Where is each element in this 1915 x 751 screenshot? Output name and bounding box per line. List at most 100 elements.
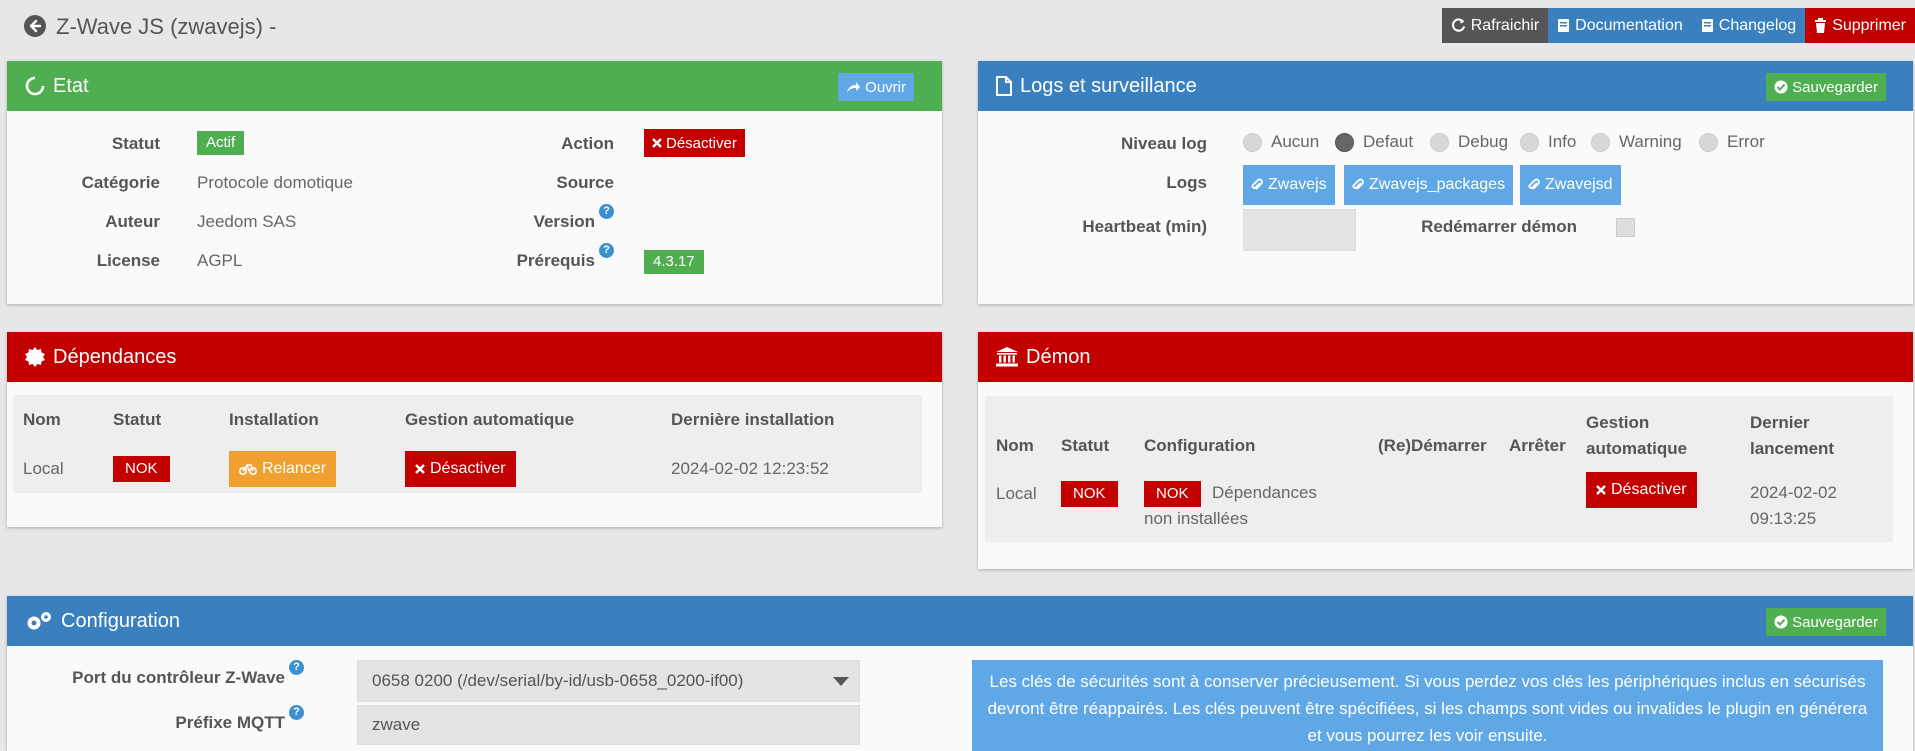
- auteur-value: Jeedom SAS: [197, 212, 297, 231]
- delete-button[interactable]: Supprimer: [1805, 8, 1915, 43]
- port-label-text: Port du contrôleur Z-Wave: [72, 668, 285, 687]
- restart-daemon-checkbox[interactable]: [1616, 218, 1635, 237]
- logs-label: Logs: [1166, 173, 1207, 192]
- help-icon[interactable]: ?: [599, 204, 614, 219]
- top-actions: Rafraichir Documentation Changelog Suppr…: [1441, 8, 1915, 43]
- log-level-label: Aucun: [1271, 132, 1320, 151]
- column-header: Statut: [1061, 436, 1110, 455]
- license-value: AGPL: [197, 251, 243, 270]
- logs-title: Logs et surveillance: [1020, 74, 1197, 97]
- dep-last-install: 2024-02-02 12:23:52: [671, 459, 829, 478]
- table-header-row: Nom Statut Installation Gestion automati…: [13, 395, 922, 445]
- log-level-warning[interactable]: Warning: [1591, 132, 1682, 152]
- niveau-log-label: Niveau log: [1121, 134, 1207, 153]
- book-icon: [1701, 19, 1713, 32]
- column-header: Dernier lancement: [1750, 413, 1835, 458]
- categorie-label: Catégorie: [81, 173, 160, 192]
- back-arrow-icon[interactable]: [24, 15, 46, 37]
- prerequis-label: Prérequis?: [457, 243, 614, 271]
- demon-auto-deactivate-label: Désactiver: [1611, 481, 1687, 498]
- institution-icon: [996, 347, 1018, 367]
- changelog-button[interactable]: Changelog: [1691, 8, 1806, 43]
- dep-statut-cell: NOK: [103, 445, 219, 493]
- column-header: (Re)Démarrer: [1378, 436, 1487, 455]
- log-level-error[interactable]: Error: [1699, 132, 1765, 152]
- radio-dot: [1591, 132, 1610, 152]
- dep-auto-cell: Désactiver: [395, 445, 661, 493]
- column-header: Gestion automatique: [405, 410, 575, 429]
- mqtt-prefix-input[interactable]: zwave: [357, 705, 860, 745]
- statut-badge: Actif: [197, 131, 245, 155]
- etat-title: Etat: [53, 74, 89, 97]
- auteur-label: Auteur: [105, 212, 160, 231]
- demon-auto-deactivate-button[interactable]: Désactiver: [1586, 472, 1697, 508]
- logs-panel-header: Logs et surveillance Sauvegarder: [978, 61, 1913, 111]
- logs-save-label: Sauvegarder: [1792, 78, 1878, 96]
- license-label: License: [96, 251, 160, 270]
- dependances-title: Dépendances: [53, 345, 177, 368]
- log-level-label: Debug: [1458, 132, 1509, 151]
- log-level-info[interactable]: Info: [1520, 132, 1576, 152]
- log-level-aucun[interactable]: Aucun: [1243, 132, 1319, 152]
- changelog-label: Changelog: [1718, 16, 1797, 34]
- log-level-debug[interactable]: Debug: [1430, 132, 1508, 152]
- radio-dot-selected: [1335, 132, 1354, 152]
- documentation-button[interactable]: Documentation: [1548, 8, 1692, 43]
- config-save-button[interactable]: Sauvegarder: [1766, 608, 1886, 636]
- log-level-label: Error: [1727, 132, 1765, 151]
- demon-table: Nom Statut Configuration (Re)Démarrer Ar…: [985, 396, 1893, 542]
- page-header: Z-Wave JS (zwavejs) - Rafraichir Documen…: [0, 0, 1915, 55]
- open-button[interactable]: Ouvrir: [838, 73, 914, 101]
- log-file-label: Zwavejs: [1268, 176, 1327, 193]
- logs-save-button[interactable]: Sauvegarder: [1766, 73, 1886, 101]
- documentation-label: Documentation: [1575, 16, 1683, 34]
- heartbeat-label: Heartbeat (min): [1082, 217, 1207, 236]
- log-file-label: Zwavejsd: [1545, 176, 1613, 193]
- cogs-icon: [25, 610, 53, 632]
- heartbeat-input[interactable]: [1243, 209, 1356, 251]
- mqtt-prefix-label: Préfixe MQTT?: [0, 705, 304, 733]
- times-icon: [652, 138, 662, 148]
- bicycle-icon: [239, 464, 257, 475]
- log-level-defaut[interactable]: Defaut: [1335, 132, 1413, 152]
- port-select[interactable]: 0658 0200 (/dev/serial/by-id/usb-0658_02…: [357, 660, 860, 702]
- log-file-zwavejs-packages-button[interactable]: Zwavejs_packages: [1344, 165, 1514, 205]
- column-header: Statut: [113, 410, 162, 429]
- statut-label: Statut: [111, 134, 160, 153]
- column-header: Nom: [996, 436, 1034, 455]
- restart-daemon-label: Redémarrer démon: [1421, 217, 1577, 236]
- times-icon: [415, 464, 425, 474]
- paperclip-icon: [1352, 178, 1364, 190]
- column-header: Installation: [229, 410, 319, 429]
- demon-config-text: Dépendances non installées: [1144, 483, 1317, 528]
- relaunch-install-button[interactable]: Relancer: [229, 451, 337, 487]
- mqtt-prefix-label-text: Préfixe MQTT: [175, 713, 285, 732]
- port-select-value: 0658 0200 (/dev/serial/by-id/usb-0658_02…: [372, 671, 744, 690]
- refresh-label: Rafraichir: [1470, 16, 1540, 34]
- refresh-button[interactable]: Rafraichir: [1441, 8, 1549, 43]
- times-icon: [1596, 485, 1606, 495]
- certificate-icon: [25, 347, 45, 367]
- deactivate-plugin-button[interactable]: Désactiver: [644, 129, 745, 157]
- log-level-label: Info: [1548, 132, 1577, 151]
- help-icon[interactable]: ?: [289, 660, 304, 675]
- categorie-value: Protocole domotique: [197, 173, 353, 192]
- help-icon[interactable]: ?: [289, 705, 304, 720]
- configuration-title: Configuration: [61, 609, 180, 632]
- dep-status-badge: NOK: [113, 456, 170, 482]
- version-label: Version?: [457, 204, 614, 232]
- dep-install-cell: Relancer: [219, 445, 395, 493]
- column-header: Nom: [23, 410, 61, 429]
- dep-auto-deactivate-button[interactable]: Désactiver: [405, 451, 516, 487]
- demon-status-badge: NOK: [1061, 481, 1118, 507]
- dep-nom: Local: [23, 459, 64, 478]
- demon-nom: Local: [996, 484, 1037, 503]
- etat-panel-header: Etat Ouvrir: [7, 61, 942, 111]
- relaunch-label: Relancer: [262, 460, 327, 477]
- log-file-zwavejsd-button[interactable]: Zwavejsd: [1520, 165, 1621, 205]
- help-icon[interactable]: ?: [599, 243, 614, 258]
- page-title: Z-Wave JS (zwavejs) -: [56, 14, 277, 39]
- log-file-zwavejs-button[interactable]: Zwavejs: [1243, 165, 1335, 205]
- demon-last-launch: 2024-02-02 09:13:25: [1750, 483, 1837, 528]
- dependances-table: Nom Statut Installation Gestion automati…: [13, 395, 922, 493]
